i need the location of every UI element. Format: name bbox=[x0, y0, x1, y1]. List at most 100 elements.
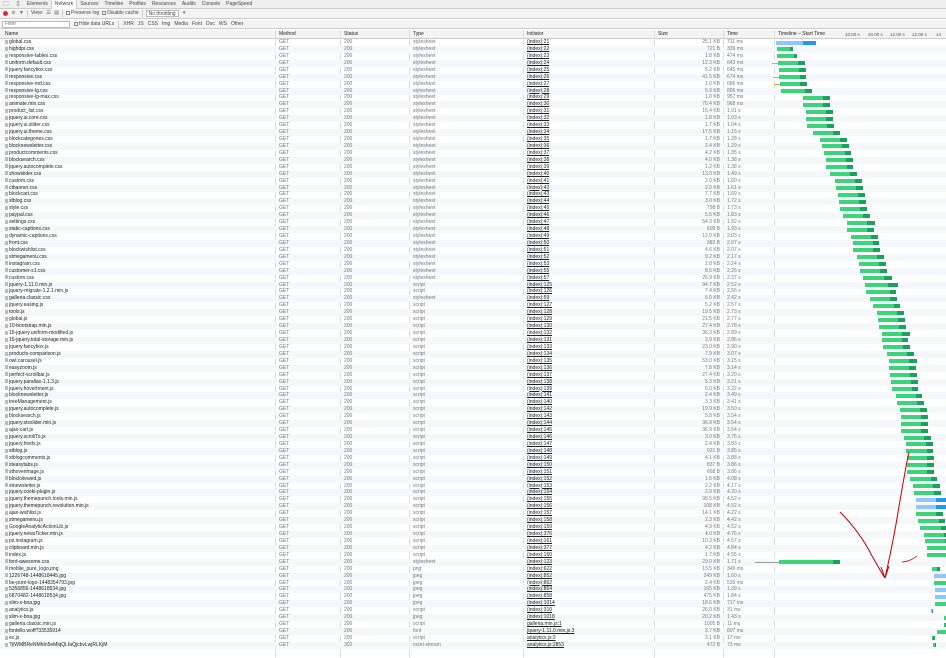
table-row[interactable]: jquery.parallax-1.1.3.js GET 200 script (ind… bbox=[0, 378, 946, 386]
initiator-link[interactable]: (index):144 bbox=[527, 420, 552, 426]
initiator-link[interactable]: (index):137 bbox=[527, 372, 552, 378]
request-initiator[interactable]: (index):146 bbox=[524, 434, 654, 441]
table-row[interactable]: jquery.ui.core.css GET 200 stylesheet (index… bbox=[0, 115, 946, 123]
table-row[interactable]: jquery.autocomplete.js GET 200 script (index… bbox=[0, 406, 946, 414]
column-header-size[interactable]: Size bbox=[655, 30, 723, 39]
checkbox-box[interactable] bbox=[74, 21, 78, 26]
initiator-link[interactable]: (index):21 bbox=[527, 39, 549, 45]
request-name[interactable]: jquery.autocomplete.js bbox=[2, 406, 275, 413]
table-row[interactable]: jquery.scrollTo.js GET 200 script (index):14… bbox=[0, 434, 946, 441]
table-row[interactable]: be-pure-logo-1448354793.jpg GET 200 jpeg (in… bbox=[0, 580, 946, 587]
table-row[interactable]: jquery.stsslider.min.js GET 200 script (inde… bbox=[0, 420, 946, 428]
request-name[interactable]: 6870482-1448618534.jpg bbox=[2, 593, 275, 600]
request-initiator[interactable]: (index):127 bbox=[524, 302, 654, 309]
device-mode-icon[interactable]: ▯ bbox=[12, 0, 24, 9]
request-initiator[interactable]: (index):24 bbox=[524, 60, 654, 67]
initiator-link[interactable]: (index):59 bbox=[527, 295, 549, 301]
initiator-link[interactable]: (index):23 bbox=[527, 53, 549, 59]
request-name[interactable]: galleria.classic.min.js bbox=[2, 621, 275, 628]
initiator-link[interactable]: jquery-1.11.0.min.js:3 bbox=[527, 628, 574, 634]
filter-type-xhr[interactable]: XHR bbox=[123, 21, 134, 27]
initiator-link[interactable]: (index):153 bbox=[527, 483, 552, 489]
request-name[interactable]: jquery.ui.theme.css bbox=[2, 129, 275, 136]
request-name[interactable]: jquery.ui.core.css bbox=[2, 115, 275, 122]
request-initiator[interactable]: (index):376 bbox=[524, 531, 654, 538]
tab-sources[interactable]: Sources bbox=[77, 0, 101, 9]
table-row[interactable]: jquery.ui.theme.css GET 200 stylesheet (inde… bbox=[0, 129, 946, 137]
request-initiator[interactable]: (index):40 bbox=[524, 171, 654, 178]
request-name[interactable]: jquery.parallax-1.1.3.js bbox=[2, 379, 275, 386]
initiator-link[interactable]: (index):27 bbox=[527, 81, 549, 87]
request-name[interactable]: steasytabs.js bbox=[2, 462, 275, 469]
filter-icon[interactable]: ▼ bbox=[19, 11, 24, 16]
request-initiator[interactable]: (index):42 bbox=[524, 185, 654, 192]
request-name[interactable]: ctbanner.css bbox=[2, 185, 275, 192]
request-name[interactable]: blockwishlist.css bbox=[2, 247, 275, 254]
request-name[interactable]: responsive-lg.css bbox=[2, 88, 275, 95]
initiator-link[interactable]: (index):39 bbox=[527, 164, 549, 170]
initiator-link[interactable]: (index):154 bbox=[527, 489, 552, 495]
request-name[interactable]: jquery.fancybox.js bbox=[2, 344, 275, 351]
request-initiator[interactable]: analytics.js:2 bbox=[524, 635, 654, 642]
request-initiator[interactable]: (index):156 bbox=[524, 503, 654, 510]
tab-elements[interactable]: Elements bbox=[24, 0, 51, 9]
initiator-link[interactable]: (index):44 bbox=[527, 198, 549, 204]
request-initiator[interactable]: (index):30 bbox=[524, 101, 654, 108]
initiator-link[interactable]: (index):864 bbox=[527, 586, 552, 592]
initiator-link[interactable]: (index):45 bbox=[527, 205, 549, 211]
initiator-link[interactable]: (index):26 bbox=[527, 74, 549, 80]
table-row[interactable]: 6870482-1448618534.jpg GET 200 jpeg (index):… bbox=[0, 593, 946, 600]
request-name[interactable]: ?j/WMBReNMhtn5eMlqQLfaQjcbvLwjRLKjM bbox=[2, 642, 275, 649]
request-initiator[interactable]: (index):26 bbox=[524, 74, 654, 81]
initiator-link[interactable]: (index):150 bbox=[527, 462, 552, 468]
initiator-link[interactable]: (index):158 bbox=[527, 517, 552, 523]
table-row[interactable]: jquery-migrate-1.2.1.min.js GET 200 script (… bbox=[0, 288, 946, 295]
table-row[interactable]: perfect-scrollbar.js GET 200 script (index):… bbox=[0, 372, 946, 379]
initiator-link[interactable]: (index):128 bbox=[527, 309, 552, 315]
request-initiator[interactable]: (index):144 bbox=[524, 420, 654, 427]
request-name[interactable]: jquery.scrollTo.js bbox=[2, 434, 275, 441]
request-name[interactable]: be-pure-logo-1448354793.jpg bbox=[2, 580, 275, 587]
request-initiator[interactable]: (index):154 bbox=[524, 489, 654, 496]
hide-data-urls-checkbox[interactable]: Hide data URLs bbox=[74, 21, 114, 27]
table-row[interactable]: stblog.js GET 200 script (index):148 921 B 3.8… bbox=[0, 447, 946, 455]
request-initiator[interactable]: (index):148 bbox=[524, 448, 654, 455]
request-initiator[interactable]: (index):622 bbox=[524, 566, 654, 573]
table-row[interactable]: analytics.js GET 200 script (index):310 26.0 … bbox=[0, 607, 946, 614]
initiator-link[interactable]: galleria.min.js:1 bbox=[527, 621, 562, 627]
filter-type-js[interactable]: JS bbox=[138, 21, 144, 27]
request-initiator[interactable]: (index):32 bbox=[524, 115, 654, 122]
initiator-link[interactable]: (index):133 bbox=[527, 344, 552, 350]
request-initiator[interactable]: (index):142 bbox=[524, 406, 654, 413]
preserve-log-checkbox[interactable]: Preserve log bbox=[66, 9, 99, 18]
request-initiator[interactable]: (index):160 bbox=[524, 552, 654, 559]
request-initiator[interactable]: (index):862 bbox=[524, 580, 654, 587]
initiator-link[interactable]: (index):41 bbox=[527, 178, 549, 184]
table-row[interactable]: jquery.cooki-plugin.js GET 200 script (index… bbox=[0, 489, 946, 497]
tab-pagespeed[interactable]: PageSpeed bbox=[223, 0, 255, 9]
table-row[interactable]: blocknewsletter.js GET 200 script (index):14… bbox=[0, 392, 946, 400]
table-row[interactable]: animate.min.css GET 200 stylesheet (index):3… bbox=[0, 101, 946, 109]
initiator-link[interactable]: analytics.js:2853 bbox=[527, 642, 564, 648]
initiator-link[interactable]: (index):138 bbox=[527, 379, 552, 385]
request-initiator[interactable]: (index):141 bbox=[524, 392, 654, 399]
tab-resources[interactable]: Resources bbox=[149, 0, 179, 9]
request-name[interactable]: jquery.cooki-plugin.js bbox=[2, 489, 275, 496]
initiator-link[interactable]: (index):123 bbox=[527, 559, 552, 565]
initiator-link[interactable]: (index):140 bbox=[527, 399, 552, 405]
table-row[interactable]: mobile_pure_logo.png GET 200 png (index):622… bbox=[0, 566, 946, 573]
initiator-link[interactable]: (index):376 bbox=[527, 531, 552, 537]
request-initiator[interactable]: (index):38 bbox=[524, 157, 654, 164]
request-initiator[interactable]: (index):45 bbox=[524, 205, 654, 212]
filter-type-ws[interactable]: WS bbox=[219, 21, 227, 27]
request-initiator[interactable]: analytics.js:2853 bbox=[524, 642, 654, 649]
request-name[interactable]: animate.min.css bbox=[2, 101, 275, 108]
initiator-link[interactable]: (index):129 bbox=[527, 316, 552, 322]
request-initiator[interactable]: (index):135 bbox=[524, 358, 654, 365]
filter-type-img[interactable]: Img bbox=[162, 21, 170, 27]
initiator-link[interactable]: (index):57 bbox=[527, 275, 549, 281]
initiator-link[interactable]: (index):161 bbox=[527, 538, 552, 544]
initiator-link[interactable]: (index):1014 bbox=[527, 600, 555, 606]
request-name[interactable]: uniform.default.css bbox=[2, 60, 275, 67]
request-initiator[interactable]: (index):51 bbox=[524, 247, 654, 254]
